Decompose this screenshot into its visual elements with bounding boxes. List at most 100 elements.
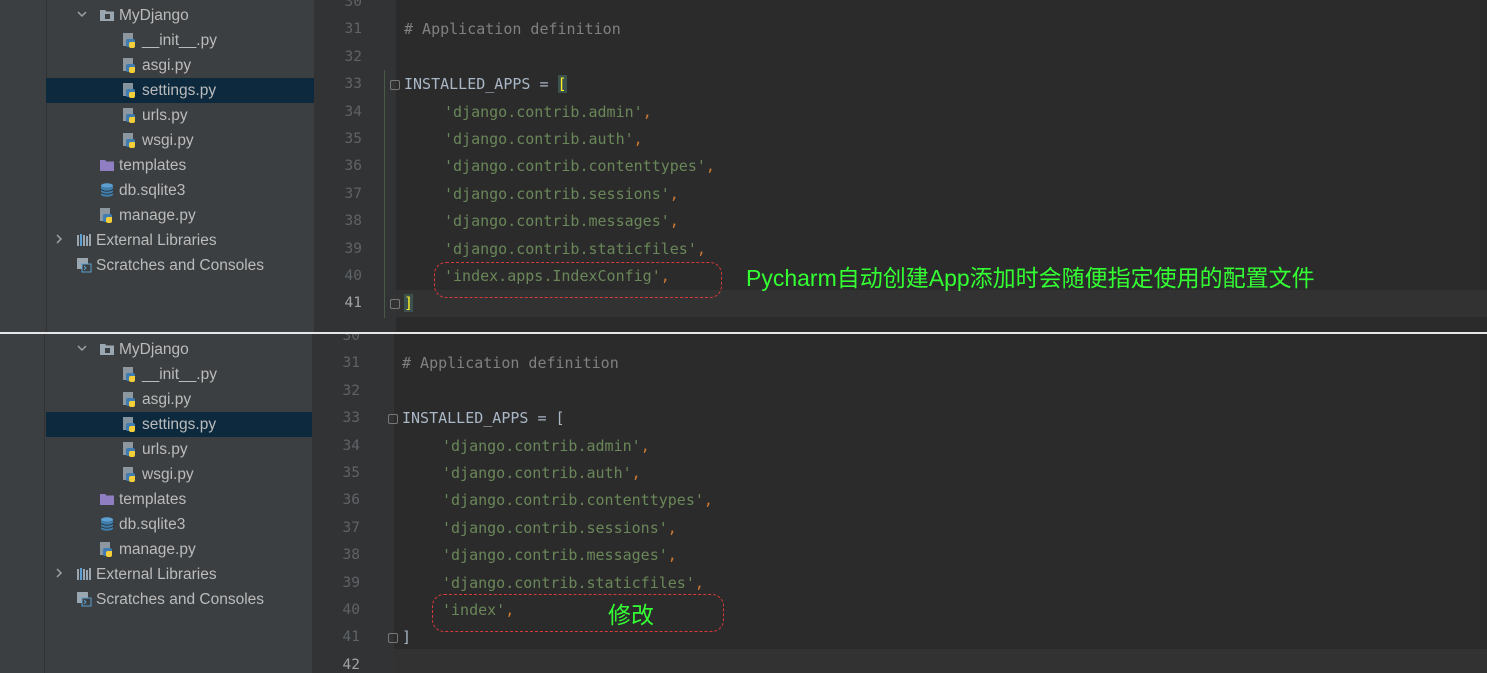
python-file-icon — [122, 131, 138, 148]
code-string: 'django.contrib.admin' — [444, 102, 643, 121]
code-line: 'django.contrib.messages', — [444, 208, 679, 235]
tree-item-label: manage.py — [119, 207, 196, 224]
annotation-text: 修改 — [608, 602, 654, 628]
tree-item-db-sqlite3[interactable]: db.sqlite3 — [99, 178, 185, 203]
tree-item-label: External Libraries — [96, 232, 217, 249]
current-line-highlight — [394, 649, 1487, 673]
code-line: 'django.contrib.admin', — [444, 99, 652, 126]
code-line: INSTALLED_APPS = [ — [404, 71, 567, 98]
line-number: 40 — [344, 268, 362, 284]
code-comma: , — [667, 518, 677, 537]
line-number: 40 — [342, 602, 360, 618]
tree-item-label: __init__.py — [142, 366, 217, 383]
python-file-icon — [122, 106, 138, 123]
code-string: 'django.contrib.messages' — [444, 212, 670, 231]
python-file-icon — [122, 415, 138, 432]
tree-item-templates[interactable]: templates — [99, 487, 186, 512]
code-comma: , — [696, 239, 706, 258]
tree-item-mydjango[interactable]: MyDjango — [99, 3, 189, 28]
fold-marker-icon[interactable] — [390, 80, 400, 91]
code-line: 'django.contrib.staticfiles', — [442, 570, 704, 597]
line-number: 36 — [342, 492, 360, 509]
tree-item-wsgi-py[interactable]: wsgi.py — [122, 462, 194, 487]
chevron-down-icon[interactable] — [75, 342, 89, 358]
top-screenshot-panel: MyDjango __init__.py asgi.py settings.py url… — [0, 0, 1487, 332]
tree-item-label: External Libraries — [96, 566, 217, 583]
code-identifier: INSTALLED_APPS — [402, 409, 529, 428]
code-comma: , — [642, 102, 652, 121]
line-number: 33 — [344, 76, 362, 93]
line-number: 32 — [344, 48, 362, 65]
chevron-down-icon[interactable] — [75, 8, 89, 24]
code-editor[interactable]: 30 31 32 33 34 35 36 37 38 39 40 41 # Application d… — [314, 0, 1487, 332]
tree-item-label: wsgi.py — [142, 466, 194, 483]
code-string: 'django.contrib.sessions' — [442, 518, 668, 537]
line-number: 34 — [342, 437, 360, 454]
chevron-right-icon[interactable] — [52, 567, 66, 583]
tree-item-asgi-py[interactable]: asgi.py — [122, 387, 191, 412]
line-number: 41 — [342, 629, 360, 646]
code-comma: , — [633, 130, 643, 148]
tree-item-scratches-and-consoles[interactable]: Scratches and Consoles — [76, 253, 264, 278]
python-file-icon — [122, 81, 138, 98]
code-line: 'django.contrib.sessions', — [442, 515, 677, 542]
code-close-bracket: ] — [402, 628, 412, 647]
tree-item-label: wsgi.py — [142, 132, 194, 149]
chevron-right-icon[interactable] — [52, 233, 66, 249]
module-folder-icon — [99, 6, 115, 22]
code-line: ] — [402, 624, 411, 651]
code-line: ] — [404, 290, 414, 317]
code-line: # Application definition — [404, 16, 621, 43]
code-line: 'django.contrib.auth', — [444, 126, 643, 153]
code-comma: , — [694, 573, 704, 592]
code-line: 'django.contrib.contenttypes', — [442, 487, 713, 514]
code-identifier: INSTALLED_APPS — [404, 75, 531, 94]
tree-item-external-libraries[interactable]: External Libraries — [76, 228, 217, 253]
tree-item-label: asgi.py — [142, 391, 192, 408]
python-file-icon — [122, 31, 138, 48]
code-string: 'django.contrib.staticfiles' — [444, 239, 697, 258]
fold-marker-icon[interactable] — [388, 633, 398, 644]
code-string: 'django.contrib.auth' — [444, 130, 634, 148]
tree-item-label: templates — [119, 491, 187, 508]
tree-item-manage-py[interactable]: manage.py — [99, 537, 196, 562]
code-comment: # Application definition — [402, 354, 619, 373]
tree-item-urls-py[interactable]: urls.py — [122, 437, 188, 462]
tree-item-wsgi-py[interactable]: wsgi.py — [122, 128, 194, 153]
tree-item-manage-py[interactable]: manage.py — [99, 203, 196, 228]
code-line: 'django.contrib.admin', — [442, 433, 650, 460]
tree-item-external-libraries[interactable]: External Libraries — [76, 562, 217, 587]
fold-marker-icon[interactable] — [388, 414, 398, 425]
line-number: 37 — [344, 185, 362, 202]
fold-marker-icon[interactable] — [390, 299, 400, 310]
database-icon — [99, 181, 115, 197]
tree-item-asgi-py[interactable]: asgi.py — [122, 53, 191, 78]
line-number: 42 — [342, 656, 360, 673]
tree-item-mydjango[interactable]: MyDjango — [99, 337, 189, 362]
line-number: 31 — [344, 21, 362, 38]
line-number: 35 — [344, 131, 362, 147]
tree-item-scratches-and-consoles[interactable]: Scratches and Consoles — [76, 587, 264, 612]
code-line: 'django.contrib.messages', — [442, 542, 677, 569]
code-string: 'django.contrib.messages' — [442, 546, 668, 565]
line-number: 36 — [344, 158, 362, 175]
tree-item-label: MyDjango — [119, 7, 189, 24]
scratches-icon — [76, 256, 92, 273]
tree-item-init-py[interactable]: __init__.py — [122, 28, 217, 53]
code-editor[interactable]: 30 31 32 33 34 35 36 37 38 39 40 41 42 # Application… — [312, 334, 1487, 673]
folder-icon — [99, 490, 115, 506]
tree-item-db-sqlite3[interactable]: db.sqlite3 — [99, 512, 185, 537]
tree-item-init-py[interactable]: __init__.py — [122, 362, 217, 387]
code-line: 'django.contrib.auth', — [442, 460, 641, 487]
code-string: 'django.contrib.staticfiles' — [442, 573, 695, 592]
tree-item-label: db.sqlite3 — [119, 516, 186, 533]
code-comma: , — [669, 212, 679, 231]
tree-item-label: settings.py — [142, 416, 217, 433]
code-operator: = — [530, 75, 558, 94]
python-file-icon — [122, 390, 138, 407]
python-file-icon — [122, 465, 138, 482]
tree-item-templates[interactable]: templates — [99, 153, 186, 178]
tree-item-urls-py[interactable]: urls.py — [122, 103, 188, 128]
tree-item-label: urls.py — [142, 441, 188, 458]
code-line: 'django.contrib.staticfiles', — [444, 236, 706, 263]
